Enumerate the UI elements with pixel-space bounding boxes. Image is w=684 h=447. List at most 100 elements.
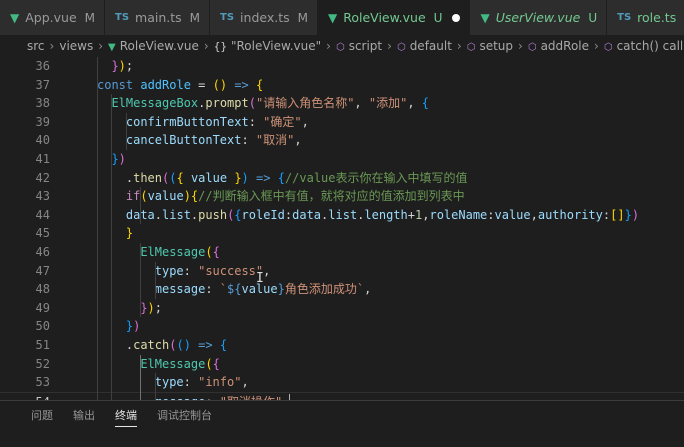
line-number: 50 — [35, 319, 50, 334]
breadcrumb-item[interactable]: ⬡ default — [397, 39, 452, 53]
code-token: addRole — [140, 77, 191, 92]
tab-userview-vue[interactable]: ▼ UserView.vue U — [470, 0, 608, 35]
panel-tab[interactable]: 输出 — [73, 401, 95, 429]
code-line[interactable]: 40 cancelButtonText: "取消", — [0, 131, 684, 150]
tab-role-ts[interactable]: TSrole.tsU — [607, 0, 684, 35]
code-token: ) — [219, 77, 228, 92]
code-token: if — [125, 189, 141, 204]
code-line[interactable]: 47 type: "success", — [0, 262, 684, 281]
line-number: 53 — [35, 375, 50, 390]
tab-main-ts[interactable]: TS main.ts M — [105, 0, 211, 35]
breadcrumb-item[interactable]: src — [27, 39, 45, 53]
code-token: , — [263, 263, 271, 278]
code-editor[interactable]: 36}); 37 const addRole = () => {38 ElMessag… — [0, 57, 684, 400]
code-text: const addRole = () => { — [97, 76, 263, 95]
code-token: { — [219, 338, 228, 352]
chevron-right-icon: › — [594, 39, 599, 53]
breadcrumb-item[interactable]: ⬡ setup — [467, 39, 513, 53]
code-token: ( — [248, 96, 256, 111]
code-line[interactable]: 49}); — [0, 299, 684, 318]
code-line[interactable]: 44data.list.push({roleId:data.list.lengt… — [0, 206, 684, 225]
code-token: } — [111, 59, 119, 73]
breadcrumb-item[interactable]: views — [59, 39, 93, 53]
code-line[interactable]: 50}) — [0, 317, 684, 336]
code-token: data — [292, 207, 322, 222]
code-line[interactable]: 51 .catch(() => { — [0, 336, 684, 355]
code-text: type: "info", — [155, 373, 249, 392]
panel-tab[interactable]: 调试控制台 — [157, 401, 212, 429]
breadcrumb-label: views — [59, 39, 94, 53]
code-text: .then(({ value }) => {//value表示你在输入中填写的值 — [126, 169, 468, 188]
code-text: type: "success", — [155, 262, 271, 281]
code-token: { — [176, 170, 184, 185]
code-text: if(value){//判断输入框中有值，就将对应的值添加到列表中 — [126, 187, 465, 206]
code-text: } — [126, 224, 133, 243]
code-line[interactable]: 45} — [0, 224, 684, 243]
code-token: cancelButtonText — [125, 133, 242, 148]
code-token: ; — [154, 300, 163, 315]
code-line[interactable]: 37 const addRole = () => { — [0, 76, 684, 95]
tab-label: UserView.vue — [495, 10, 581, 25]
code-text: confirmButtonText: "确定", — [126, 113, 309, 132]
code-token: ` — [219, 282, 228, 297]
code-text: data.list.push({roleId:data.list.length+… — [126, 206, 639, 225]
code-token: } — [111, 152, 119, 166]
code-token: { — [212, 245, 220, 259]
code-token: type — [154, 375, 184, 390]
line-number: 45 — [35, 226, 50, 241]
panel-tab[interactable]: 终端 — [115, 401, 137, 429]
line-number: 43 — [35, 189, 50, 204]
code-line[interactable]: 52 ElMessage({ — [0, 355, 684, 374]
breadcrumb-item[interactable]: ⬡ addRole — [528, 39, 589, 53]
vue-file-icon: ▼ — [480, 10, 490, 25]
code-token: ${ — [227, 282, 242, 297]
code-token: type — [154, 263, 184, 278]
code-token: , — [354, 96, 369, 111]
code-token: ) — [241, 170, 249, 185]
breadcrumb-label: setup — [479, 39, 514, 53]
code-line[interactable]: 46 ElMessage({ — [0, 243, 684, 262]
code-line[interactable]: 43 if(value){//判断输入框中有值，就将对应的值添加到列表中 — [0, 187, 684, 206]
code-token: then — [133, 170, 163, 185]
unsaved-dot-icon[interactable] — [452, 13, 461, 22]
cube-icon: ⬡ — [466, 42, 476, 53]
code-token: ; — [125, 59, 134, 73]
breadcrumb-item[interactable]: ▼ RoleView.vue — [108, 39, 199, 53]
code-token: : — [183, 263, 199, 278]
code-line[interactable]: 38 ElMessageBox.prompt("请输入角色名称", "添加", { — [0, 94, 684, 113]
code-line[interactable]: 36}); — [0, 57, 684, 76]
code-token: ( — [205, 245, 213, 259]
code-line[interactable]: 48 message: `${value}角色添加成功`, — [0, 280, 684, 299]
git-status-badge: M — [84, 10, 95, 25]
code-line[interactable]: 39 confirmButtonText: "确定", — [0, 113, 684, 132]
code-token: confirmButtonText — [125, 114, 249, 129]
breadcrumb-item[interactable]: ⬡catch() callback — [604, 39, 684, 53]
indent-guide — [97, 57, 98, 400]
code-line[interactable]: 41}) — [0, 150, 684, 169]
code-token: ElMessage — [140, 356, 206, 371]
code-text: ElMessage({ — [140, 355, 220, 374]
tab-index-ts[interactable]: TS index.ts M — [210, 0, 318, 35]
breadcrumb-item[interactable]: {} "RoleView.vue" — [214, 39, 321, 53]
chevron-right-icon: › — [518, 39, 523, 53]
ts-file-icon: TS — [115, 12, 130, 23]
code-token: catch — [133, 338, 170, 352]
code-token: "取消" — [255, 133, 295, 148]
code-token: ) — [133, 319, 141, 334]
indent-guide — [125, 112, 127, 150]
code-token: => — [256, 170, 271, 185]
code-line[interactable]: 42 .then(({ value }) => {//value表示你在输入中填写… — [0, 169, 684, 188]
code-line[interactable]: 54 message: "取消操作", — [0, 391, 684, 400]
breadcrumb-label: RoleView.vue — [119, 39, 199, 53]
breadcrumb-item[interactable]: ⬡ script — [336, 39, 382, 53]
tab-roleview-vue[interactable]: ▼ RoleView.vue U — [318, 0, 471, 35]
tab-app-vue[interactable]: ▼ App.vue M — [0, 0, 105, 35]
ts-file-icon: TS — [617, 12, 632, 23]
code-token: "info" — [198, 375, 242, 390]
code-token: 角色添加成功` — [284, 282, 365, 297]
panel-tab[interactable]: 问题 — [31, 401, 53, 429]
tab-label: RoleView.vue — [343, 10, 426, 25]
code-token: roleName — [429, 207, 488, 222]
code-line[interactable]: 53 type: "info", — [0, 373, 684, 392]
